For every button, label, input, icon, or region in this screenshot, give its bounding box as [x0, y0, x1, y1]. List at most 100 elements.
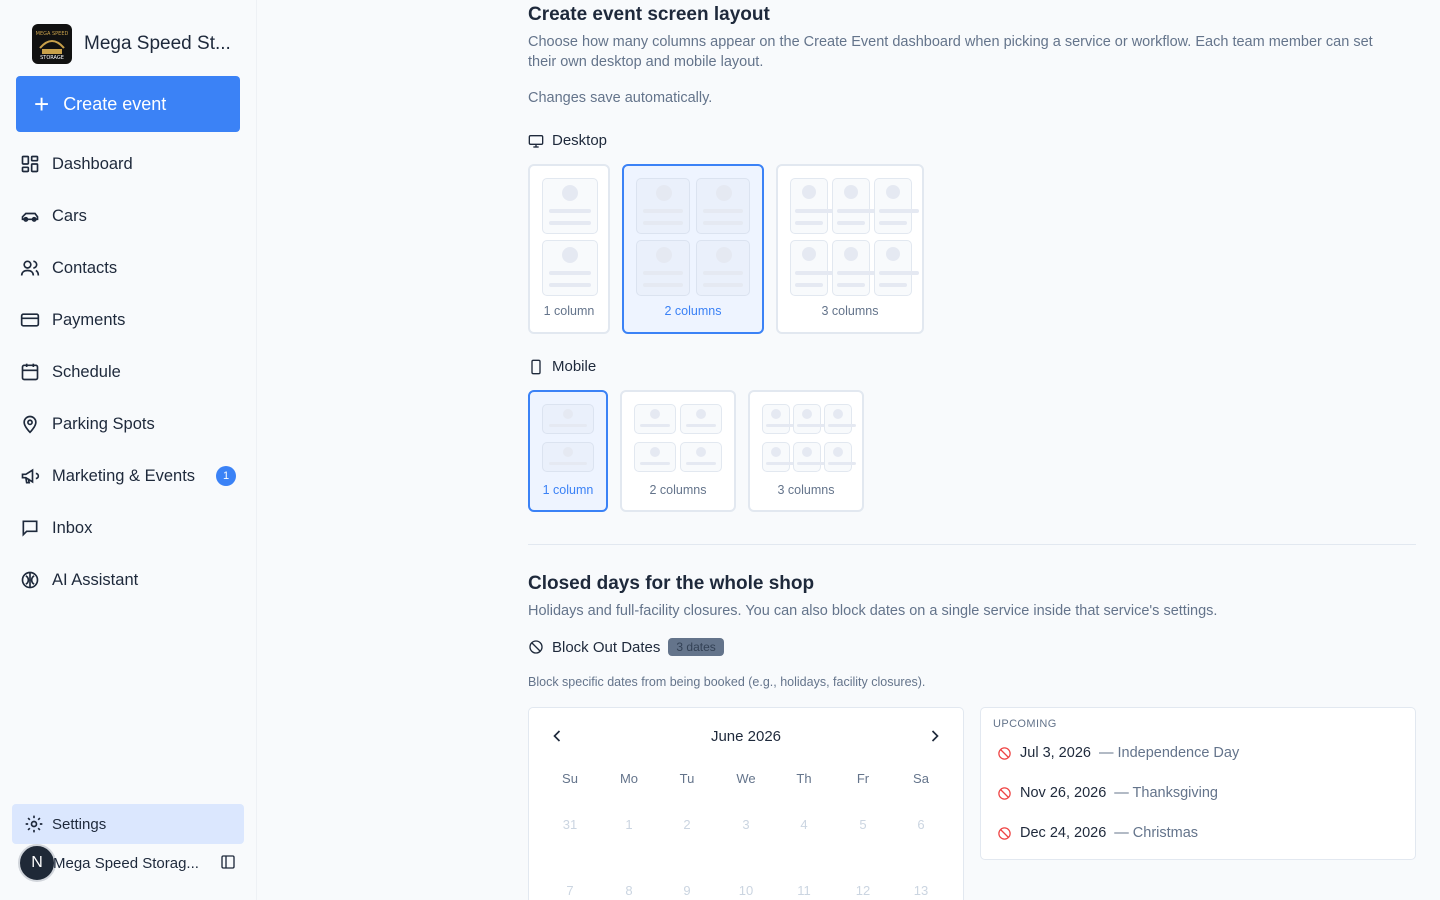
mobile-option-1-column[interactable]: 1 column: [528, 390, 608, 512]
svg-text:MEGA SPEED: MEGA SPEED: [36, 31, 69, 37]
calendar-day[interactable]: 31: [550, 817, 590, 832]
sidebar-item-ai-assistant[interactable]: AI Assistant: [0, 554, 257, 606]
preview-card: [636, 178, 690, 234]
ban-icon: [998, 786, 1011, 800]
option-label: 1 column: [542, 483, 594, 497]
preview-card: [824, 442, 856, 472]
message-square-icon: [22, 520, 38, 537]
notification-badge: 1: [216, 466, 236, 486]
weekday-label: Th: [796, 771, 812, 786]
brand-logo: MEGA SPEED STORAGE: [32, 24, 72, 64]
desktop-option-2-columns[interactable]: 2 columns: [622, 164, 764, 334]
weekday-label: We: [736, 771, 756, 786]
calendar: June 2026 Su Mo Tu We Th Fr Sa 31 1 2 3 …: [528, 707, 964, 900]
brand-name: Mega Speed St...: [84, 33, 231, 54]
chevron-right-icon[interactable]: [925, 726, 945, 746]
sidebar-item-marketing-events[interactable]: Marketing & Events 1: [0, 450, 257, 502]
sidebar-item-label: Cars: [52, 206, 87, 225]
block-out-dates-header: Block Out Dates 3 dates: [528, 638, 724, 656]
svg-text:STORAGE: STORAGE: [40, 55, 64, 61]
option-label: 2 columns: [649, 483, 707, 497]
upcoming-item[interactable]: Jul 3, 2026 — Independence Day: [997, 745, 1239, 761]
upcoming-name: — Independence Day: [1098, 745, 1240, 761]
sidebar-item-contacts[interactable]: Contacts: [0, 242, 257, 294]
contacts-icon: [20, 260, 40, 276]
sidebar-item-label: Inbox: [52, 518, 93, 537]
preview-card: [696, 240, 750, 296]
sidebar-item-dashboard[interactable]: Dashboard: [0, 138, 257, 190]
option-label: 1 column: [543, 304, 595, 318]
calendar-month: June 2026: [710, 728, 782, 745]
preview-card: [762, 442, 800, 472]
option-label: 3 columns: [777, 483, 835, 497]
closed-section-description: Holidays and full-facility closures. You…: [528, 603, 1218, 619]
upcoming-date: Dec 24, 2026: [1020, 825, 1107, 841]
sidebar-item-label: Parking Spots: [52, 414, 155, 433]
section-divider: [528, 544, 1416, 545]
preview-card: [790, 178, 839, 234]
sidebar-item-settings[interactable]: Settings: [12, 804, 244, 844]
weekday-label: Tu: [679, 771, 695, 786]
calendar-day[interactable]: 5: [843, 817, 883, 832]
calendar-icon: [21, 363, 39, 381]
preview-card: [680, 442, 722, 472]
autosave-note: Changes save automatically.: [528, 90, 713, 106]
calendar-day[interactable]: 3: [726, 817, 766, 832]
sidebar-toggle-icon[interactable]: [220, 854, 236, 870]
brain-icon: [21, 571, 39, 589]
calendar-day[interactable]: 2: [667, 817, 707, 832]
sidebar-item-inbox[interactable]: Inbox: [0, 502, 257, 554]
create-event-label: Create event: [63, 93, 167, 114]
sidebar-item-cars[interactable]: Cars: [0, 190, 257, 242]
preview-card: [762, 404, 800, 434]
sidebar-item-payments[interactable]: Payments: [0, 294, 257, 346]
calendar-day[interactable]: 7: [550, 883, 590, 898]
upcoming-date: Jul 3, 2026: [1020, 745, 1091, 761]
preview-card: [874, 178, 919, 234]
desktop-option-3-columns[interactable]: 3 columns: [776, 164, 924, 334]
preview-card: [634, 442, 676, 472]
option-label: 2 columns: [664, 304, 722, 318]
calendar-day[interactable]: 1: [609, 817, 649, 832]
upcoming-closures-panel: UPCOMING Jul 3, 2026 — Independence Day …: [980, 707, 1416, 860]
sidebar-item-schedule[interactable]: Schedule: [0, 346, 257, 398]
upcoming-date: Nov 26, 2026: [1020, 785, 1107, 801]
calendar-day[interactable]: 4: [784, 817, 824, 832]
gear-icon: [25, 815, 43, 833]
calendar-day[interactable]: 9: [667, 883, 707, 898]
sidebar-item-parking-spots[interactable]: Parking Spots: [0, 398, 257, 450]
dashboard-icon: [21, 155, 39, 173]
calendar-day[interactable]: 8: [609, 883, 649, 898]
avatar[interactable]: N: [18, 844, 56, 882]
sidebar-nav: Dashboard Cars Contacts Payments Schedul…: [0, 138, 257, 606]
brand[interactable]: MEGA SPEED STORAGE Mega Speed St...: [32, 24, 231, 64]
weekday-label: Mo: [619, 771, 639, 786]
preview-card: [634, 404, 676, 434]
calendar-day[interactable]: 11: [784, 883, 824, 898]
block-out-help-text: Block specific dates from being booked (…: [528, 675, 926, 689]
sidebar: MEGA SPEED STORAGE Mega Speed St... + Cr…: [0, 0, 257, 900]
preview-card: [680, 404, 722, 434]
create-event-button[interactable]: + Create event: [16, 76, 240, 132]
preview-card: [542, 240, 598, 296]
preview-card: [542, 178, 598, 234]
mobile-option-2-columns[interactable]: 2 columns: [620, 390, 736, 512]
calendar-day[interactable]: 10: [726, 883, 766, 898]
preview-card: [542, 442, 594, 472]
calendar-day[interactable]: 6: [901, 817, 941, 832]
user-account[interactable]: N Mega Speed Storag...: [18, 844, 248, 882]
sidebar-item-label: Dashboard: [52, 154, 133, 173]
credit-card-icon: [20, 313, 40, 327]
upcoming-name: — Thanksgiving: [1114, 785, 1218, 801]
calendar-day[interactable]: 12: [843, 883, 883, 898]
preview-card: [793, 442, 831, 472]
calendar-day[interactable]: 13: [901, 883, 941, 898]
upcoming-item[interactable]: Nov 26, 2026 — Thanksgiving: [997, 785, 1218, 801]
upcoming-item[interactable]: Dec 24, 2026 — Christmas: [997, 825, 1198, 841]
mobile-option-3-columns[interactable]: 3 columns: [748, 390, 864, 512]
ban-icon: [529, 640, 543, 654]
desktop-label-text: Desktop: [552, 132, 608, 149]
preview-card: [824, 404, 856, 434]
desktop-option-1-column[interactable]: 1 column: [528, 164, 610, 334]
sidebar-item-label: Contacts: [52, 258, 118, 277]
